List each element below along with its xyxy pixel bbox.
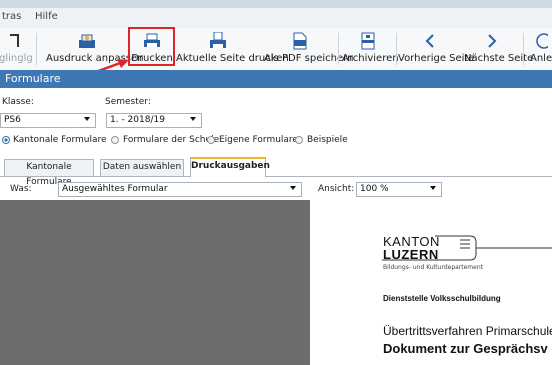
was-select[interactable]: Ausgewähltes Formular: [58, 182, 302, 197]
toolbar-button-partial-right[interactable]: Anle: [528, 30, 552, 68]
klasse-value: PS6: [4, 115, 21, 125]
radio-label: Eigene Formulare: [219, 135, 298, 145]
klasse-select[interactable]: PS6: [0, 113, 96, 128]
semester-label: Semester:: [105, 97, 151, 107]
partial-icon: [0, 32, 30, 50]
klasse-label: Klasse:: [2, 97, 34, 107]
toolbar-separator: [36, 33, 37, 65]
vorherige-seite-button[interactable]: Vorherige Seite: [398, 30, 475, 68]
tab-kantonale-formulare[interactable]: Kantonale Formulare: [4, 159, 94, 187]
ansicht-value: 100 %: [360, 184, 389, 194]
archivieren-button[interactable]: Archivieren: [342, 30, 399, 68]
radio-label: Formulare der Schule: [123, 135, 220, 145]
toolbar-button-label: glinglg: [0, 53, 33, 64]
chevron-left-icon: [398, 32, 462, 50]
radio-formulare-der-schule[interactable]: [111, 136, 119, 144]
archive-icon: [342, 32, 394, 50]
drucken-highlight-box: [128, 27, 175, 66]
toolbar-button-label: Vorherige Seite: [398, 53, 475, 64]
pdf-icon: [264, 32, 336, 50]
section-title: Formulare: [5, 72, 61, 85]
toolbar-button-label: Anle: [530, 53, 552, 64]
radio-eigene-formulare[interactable]: [207, 136, 215, 144]
ansicht-select[interactable]: 100 %: [356, 182, 442, 197]
naechste-seite-button[interactable]: Nächste Seite: [464, 30, 534, 68]
als-pdf-speichern-button[interactable]: Als PDF speichern: [264, 30, 354, 68]
chevron-down-icon: [84, 117, 90, 121]
ansicht-label: Ansicht:: [318, 184, 355, 194]
logo-subtitle: Bildungs- und Kulturdepartement: [383, 264, 484, 271]
was-value: Ausgewähltes Formular: [62, 184, 168, 194]
logo-luzern: LUZERN: [383, 247, 439, 262]
title-bar: [0, 0, 552, 8]
tab-druckausgaben[interactable]: Druckausgaben: [190, 157, 270, 177]
preview-background: [0, 200, 310, 365]
radio-beispiele[interactable]: [295, 136, 303, 144]
partial-icon: [528, 32, 552, 50]
menu-bar: [0, 8, 552, 29]
radio-label: Beispiele: [307, 135, 348, 145]
was-label: Was:: [10, 184, 32, 194]
tab-label: Daten auswählen: [102, 162, 182, 172]
chevron-right-icon: [464, 32, 520, 50]
section-header: Formulare: [0, 70, 552, 88]
toolbar-button-label: Als PDF speichern: [264, 53, 354, 64]
tab-daten-auswaehlen[interactable]: Daten auswählen: [100, 159, 184, 176]
chevron-down-icon: [190, 117, 196, 121]
menu-item-extras[interactable]: tras: [2, 11, 21, 22]
print-page-icon: [176, 32, 260, 50]
toolbar-separator: [396, 33, 397, 65]
toolbar-button-label: Aktuelle Seite drucken: [176, 53, 289, 64]
customize-print-icon: [46, 32, 128, 50]
aktuelle-seite-drucken-button[interactable]: Aktuelle Seite drucken: [176, 30, 289, 68]
radio-kantonale-formulare[interactable]: [2, 136, 10, 144]
toolbar-separator: [338, 33, 339, 65]
radio-label: Kantonale Formulare: [13, 135, 107, 145]
document-heading-line1: Übertrittsverfahren Primarschule -: [383, 324, 552, 338]
department-line: Dienststelle Volksschulbildung: [383, 294, 501, 303]
semester-value: 1. - 2018/19: [110, 115, 165, 125]
semester-select[interactable]: 1. - 2018/19: [106, 113, 202, 128]
toolbar-separator: [523, 33, 524, 65]
toolbar-button-partial-left[interactable]: glinglg: [0, 30, 33, 68]
chevron-down-icon: [430, 186, 436, 190]
menu-item-hilfe[interactable]: Hilfe: [35, 11, 58, 22]
tabs-baseline: [0, 176, 552, 177]
document-heading-line2: Dokument zur Gesprächsv: [383, 341, 548, 356]
toolbar-button-label: Archivieren: [342, 53, 399, 64]
tab-label: Druckausgaben: [191, 161, 270, 171]
toolbar-button-label: Nächste Seite: [464, 53, 534, 64]
chevron-down-icon: [290, 186, 296, 190]
